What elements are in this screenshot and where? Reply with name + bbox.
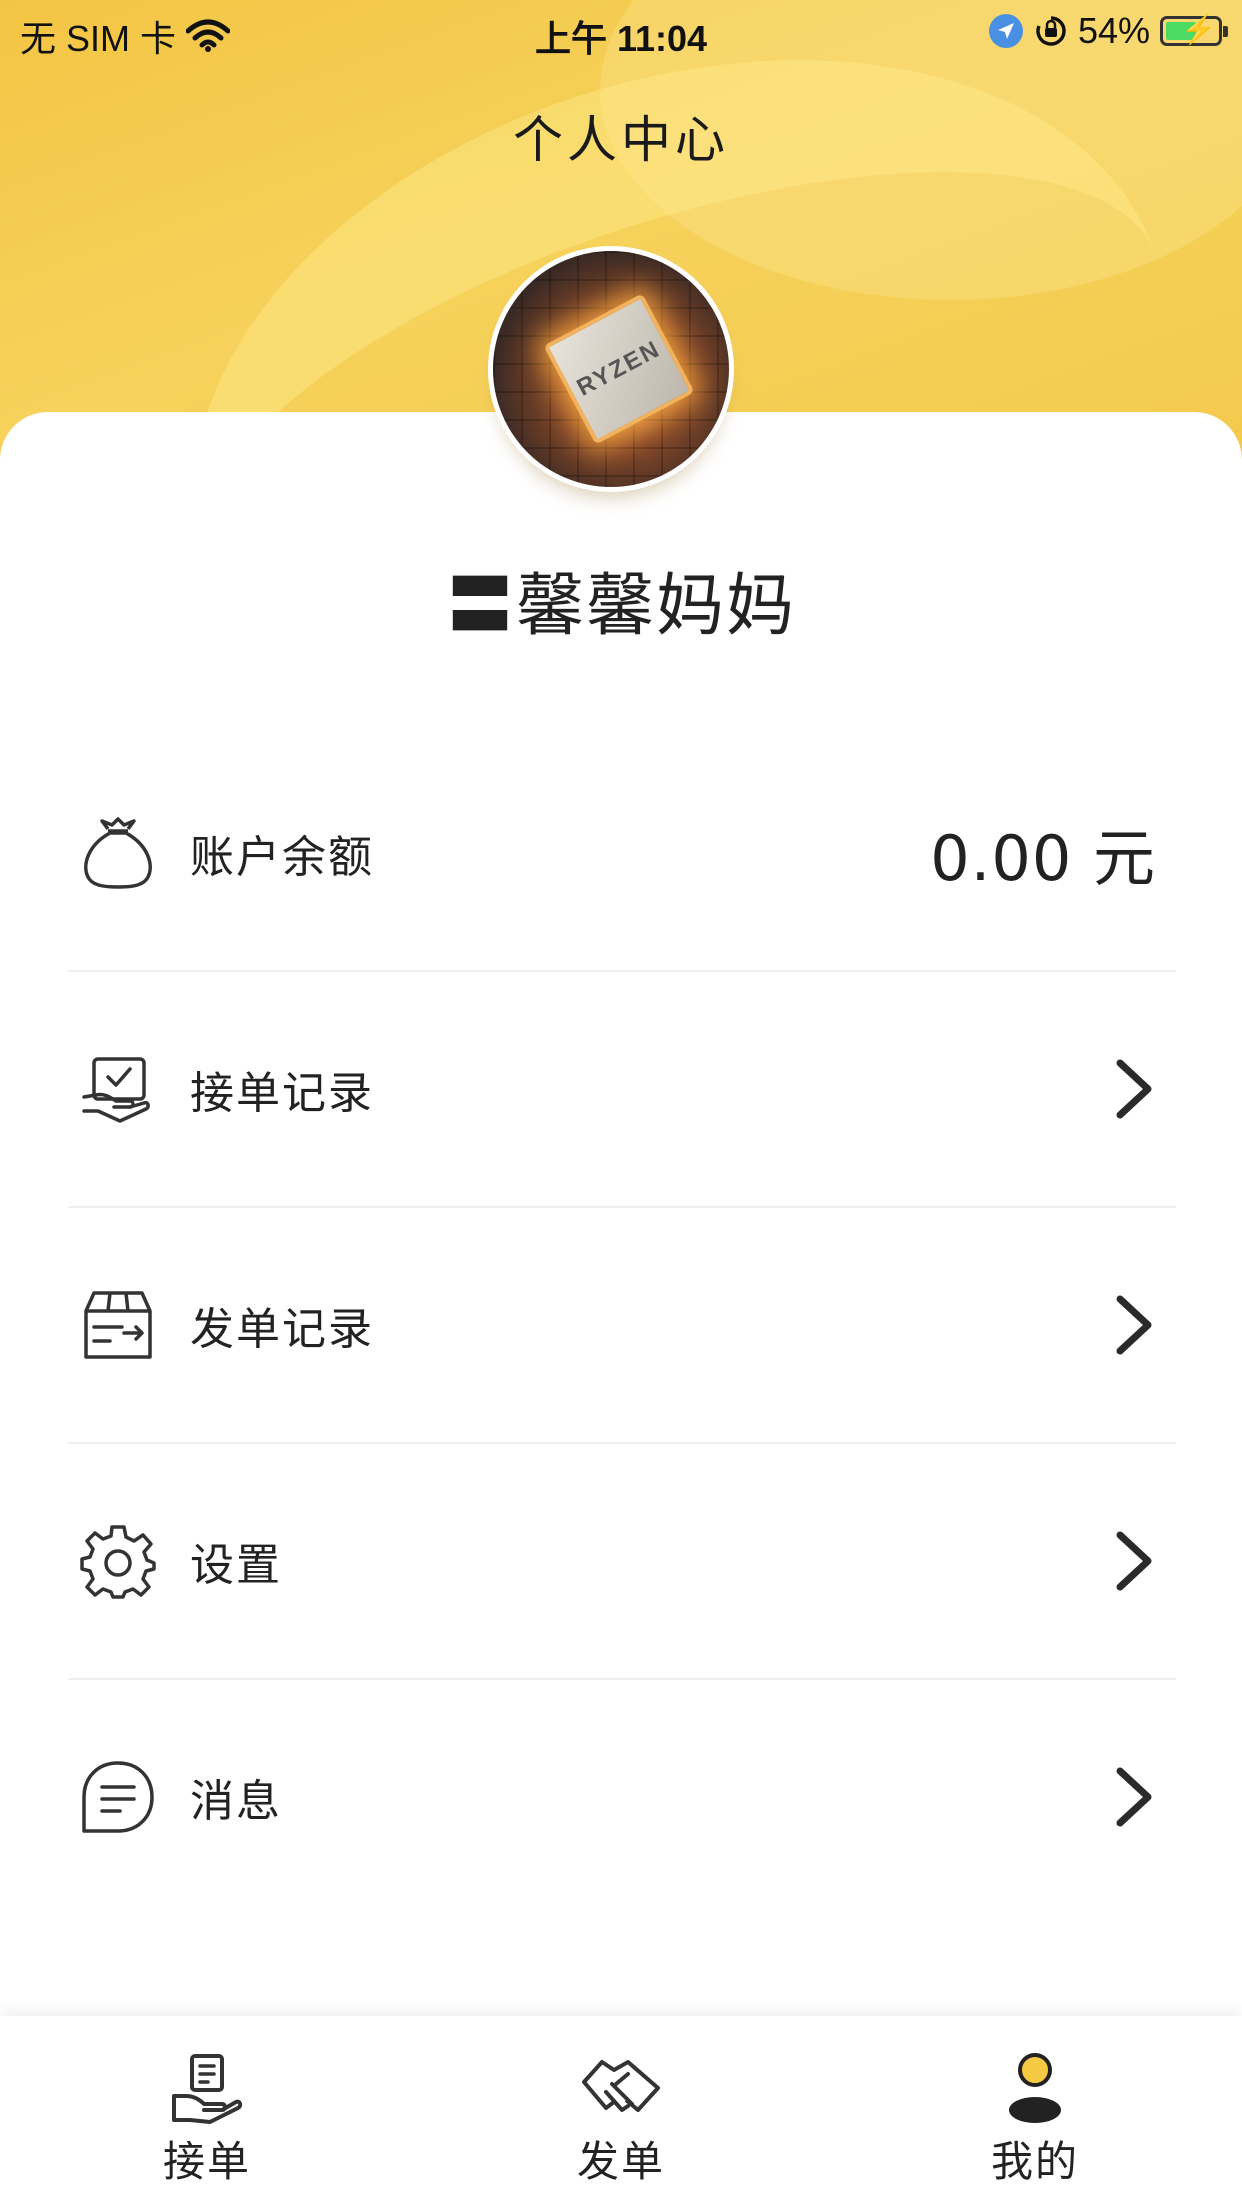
battery-percent: 54% <box>1077 10 1150 51</box>
chevron-right-icon <box>1116 1295 1152 1355</box>
avatar-image: RYZEN <box>493 251 729 487</box>
gear-icon <box>78 1521 158 1601</box>
money-bag-icon <box>78 813 158 893</box>
chevron-right-icon <box>1116 1531 1152 1591</box>
menu-item-label: 账户余额 <box>190 832 374 883</box>
delivery-box-icon <box>78 1285 158 1365</box>
menu-item-accept-records[interactable]: 接单记录 <box>68 972 1176 1208</box>
tab-label: 接单 <box>162 2137 251 2186</box>
menu-item-label: 设置 <box>190 1540 282 1591</box>
menu-item-send-records[interactable]: 发单记录 <box>68 1208 1176 1444</box>
menu-item-label: 接单记录 <box>190 1068 374 1119</box>
rotation-lock-icon <box>1036 16 1066 46</box>
tab-label: 发单 <box>576 2137 665 2186</box>
menu-item-settings[interactable]: 设置 <box>68 1444 1176 1680</box>
chevron-right-icon <box>1116 1767 1152 1827</box>
menu-list: 账户余额 0.00 元 接单记录 发单记录 设置 消息 <box>68 736 1176 1914</box>
chevron-right-icon <box>1116 1059 1152 1119</box>
receive-order-icon <box>172 2054 243 2124</box>
tab-mine[interactable]: 我的 <box>828 2016 1242 2208</box>
handshake-icon <box>582 2060 660 2112</box>
menu-item-label: 发单记录 <box>190 1304 374 1355</box>
menu-item-messages[interactable]: 消息 <box>68 1680 1176 1914</box>
tab-label: 我的 <box>990 2137 1079 2186</box>
menu-item-label: 消息 <box>190 1776 282 1827</box>
hand-check-icon <box>78 1049 158 1129</box>
location-icon <box>988 14 1023 48</box>
message-icon <box>78 1757 158 1837</box>
tab-receive-order[interactable]: 接单 <box>0 2016 414 2208</box>
tab-send-order[interactable]: 发单 <box>414 2016 828 2208</box>
balance-value: 0.00 元 <box>930 822 1156 895</box>
page-title: 个人中心 <box>513 111 729 169</box>
status-right: 54% ⚡ <box>988 10 1228 52</box>
tab-bar: 接单 发单 我的 <box>0 2016 1242 2208</box>
profile-icon <box>1009 2053 1061 2123</box>
menu-item-balance[interactable]: 账户余额 0.00 元 <box>68 736 1176 972</box>
battery-icon: ⚡ <box>1160 14 1228 46</box>
status-bar: 无 SIM 卡 上午 11:04 54% ⚡ <box>0 0 1242 64</box>
avatar[interactable]: RYZEN <box>488 246 734 492</box>
username: 〓馨馨妈妈 <box>445 567 796 646</box>
